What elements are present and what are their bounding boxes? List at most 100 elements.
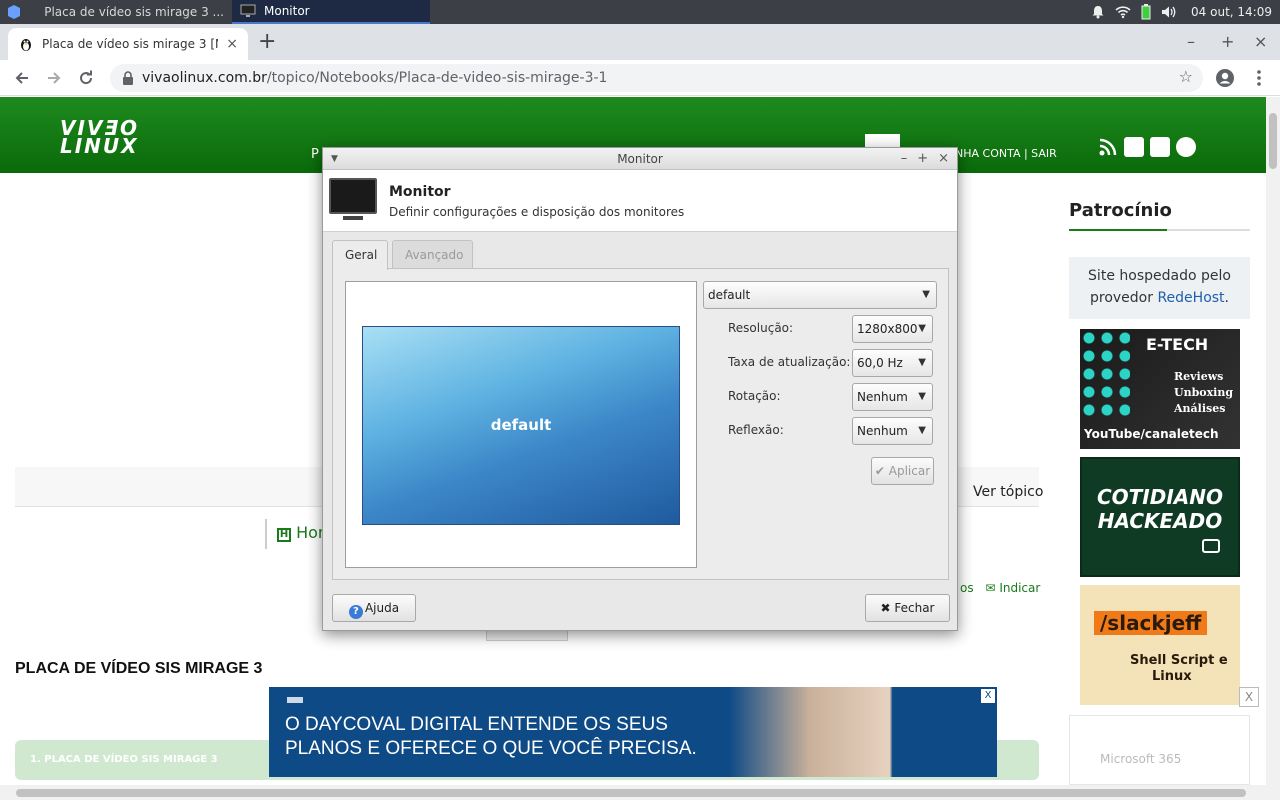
microsoft-365-ad[interactable]: Microsoft 365 bbox=[1069, 715, 1250, 785]
tux-favicon-icon bbox=[21, 39, 31, 51]
forward-arrow-icon bbox=[48, 71, 61, 84]
app-menu-icon[interactable] bbox=[0, 0, 28, 24]
banner-ad[interactable]: O DAYCOVAL DIGITAL ENTENDE OS SEUS PLANO… bbox=[269, 687, 997, 777]
scroll-thumb[interactable] bbox=[16, 789, 1246, 797]
window-controls: – + × bbox=[901, 148, 949, 170]
battery-icon[interactable] bbox=[1141, 4, 1151, 20]
ad-cotidiano-hackeado[interactable]: COTIDIANO HACKEADO bbox=[1080, 457, 1240, 577]
taskbar-item-label: Monitor bbox=[264, 4, 310, 18]
ad-etech-line: Análises bbox=[1174, 402, 1226, 415]
twitter-icon[interactable] bbox=[1150, 137, 1170, 157]
account-icon bbox=[1216, 69, 1234, 87]
reload-icon bbox=[80, 70, 93, 84]
ad-close-button[interactable]: X bbox=[1239, 687, 1259, 707]
check-icon: ✔ bbox=[874, 464, 885, 478]
ad-slackjeff-line: Linux bbox=[1152, 669, 1192, 684]
url-domain: vivaolinux.com.br bbox=[142, 70, 267, 86]
taskbar-item-browser[interactable]: Placa de vídeo sis mirage 3 ... bbox=[28, 0, 232, 24]
system-tray: 04 out, 14:09 bbox=[1091, 0, 1280, 24]
ad-etech-lines: Reviews Unboxing Análises bbox=[1174, 369, 1233, 417]
resolution-select[interactable]: 1280x800 ▼ bbox=[852, 315, 933, 343]
dialog-subtitle: Definir configurações e disposição dos m… bbox=[389, 205, 685, 219]
banner-close-icon[interactable]: X bbox=[981, 689, 995, 703]
dialog-minimize-icon[interactable]: – bbox=[901, 148, 908, 170]
minimize-button[interactable]: – bbox=[1187, 32, 1195, 51]
home-h-icon: H bbox=[277, 528, 291, 542]
envelope-icon: ✉ bbox=[985, 581, 996, 595]
horizontal-scrollbar[interactable] bbox=[0, 785, 1280, 800]
hosting-box: Site hospedado pelo provedor RedeHost. bbox=[1069, 257, 1250, 319]
refresh-rate-value: 60,0 Hz bbox=[857, 356, 903, 370]
ad-slackjeff-lines: Shell Script e Linux bbox=[1130, 653, 1228, 685]
volume-icon[interactable] bbox=[1161, 5, 1177, 19]
rotation-select[interactable]: Nenhum ▼ bbox=[852, 383, 933, 411]
chevron-down-icon: ▼ bbox=[918, 323, 926, 334]
dialog-titlebar[interactable]: ▼ Monitor – + × bbox=[323, 148, 957, 170]
ad-slackjeff[interactable]: /slackjeff Shell Script e Linux bbox=[1080, 585, 1240, 705]
ad-etech-channel: YouTube/canaletech bbox=[1084, 427, 1219, 441]
taskbar-item-monitor[interactable]: Monitor bbox=[232, 0, 430, 24]
banner-line: PLANOS E OFERECE O QUE VOCÊ PRECISA. bbox=[285, 738, 697, 759]
close-x-icon: ✖ bbox=[880, 601, 891, 615]
taskbar-item-label: Placa de vídeo sis mirage 3 ... bbox=[44, 5, 224, 19]
url-path: /topico/Notebooks/Placa-de-video-sis-mir… bbox=[266, 70, 608, 86]
ad-etech[interactable]: E-TECH Reviews Unboxing Análises YouTube… bbox=[1080, 329, 1240, 449]
rotation-value: Nenhum bbox=[857, 390, 908, 404]
reflection-label: Reflexão: bbox=[728, 423, 784, 437]
refresh-rate-label: Taxa de atualização: bbox=[728, 355, 851, 369]
profile-button[interactable] bbox=[1209, 62, 1241, 94]
clock[interactable]: 04 out, 14:09 bbox=[1191, 5, 1272, 19]
play-icon bbox=[1202, 539, 1220, 553]
apply-label: Aplicar bbox=[888, 464, 931, 478]
site-logo[interactable]: VIVƎO LINUX bbox=[60, 118, 139, 158]
tab-geral[interactable]: Geral bbox=[332, 240, 388, 270]
nav-partial[interactable]: P bbox=[311, 147, 319, 162]
apply-button[interactable]: ✔ Aplicar bbox=[871, 457, 934, 485]
reflection-value: Nenhum bbox=[857, 424, 908, 438]
reload-button[interactable] bbox=[70, 62, 102, 94]
notification-bell-icon[interactable] bbox=[1091, 5, 1105, 19]
ad-dots-pattern bbox=[1080, 329, 1130, 419]
back-button[interactable] bbox=[6, 62, 38, 94]
reflection-select[interactable]: Nenhum ▼ bbox=[852, 417, 933, 445]
ver-topico-link[interactable]: Ver tópico bbox=[973, 484, 1043, 500]
display-select[interactable]: default ▼ bbox=[703, 281, 937, 309]
lock-icon bbox=[123, 71, 133, 85]
vertical-scrollbar[interactable] bbox=[1266, 97, 1280, 785]
banner-line: O DAYCOVAL DIGITAL ENTENDE OS SEUS bbox=[285, 714, 668, 735]
forward-button[interactable] bbox=[38, 62, 70, 94]
address-bar[interactable]: vivaolinux.com.br/topico/Notebooks/Placa… bbox=[110, 64, 1203, 92]
browser-tab[interactable]: Placa de vídeo sis mirage 3 [No × bbox=[8, 28, 248, 60]
banner-photo bbox=[729, 687, 997, 777]
logo-line-2: LINUX bbox=[60, 134, 139, 158]
browser-menu-button[interactable] bbox=[1243, 62, 1275, 94]
resolution-value: 1280x800 bbox=[857, 322, 918, 336]
host-link[interactable]: RedeHost bbox=[1157, 290, 1224, 306]
help-button[interactable]: ? Ajuda bbox=[332, 594, 416, 622]
close-button[interactable]: ✖ Fechar bbox=[865, 594, 950, 622]
header-account-links[interactable]: NHA CONTA | SAIR bbox=[955, 147, 1057, 160]
refresh-rate-select[interactable]: 60,0 Hz ▼ bbox=[852, 349, 933, 377]
tab-avancado[interactable]: Avançado bbox=[392, 240, 473, 268]
dialog-close-icon[interactable]: × bbox=[938, 148, 949, 170]
tab-close-icon[interactable]: × bbox=[226, 36, 238, 52]
new-tab-button[interactable]: + bbox=[258, 30, 276, 54]
maximize-button[interactable]: + bbox=[1221, 32, 1234, 51]
wifi-icon[interactable] bbox=[1115, 5, 1131, 19]
telegram-icon[interactable] bbox=[1176, 137, 1196, 157]
chevron-down-icon: ▼ bbox=[918, 357, 926, 368]
dialog-maximize-icon[interactable]: + bbox=[917, 148, 928, 170]
host-dot: . bbox=[1224, 290, 1229, 306]
close-window-button[interactable]: × bbox=[1254, 32, 1267, 51]
rss-icon[interactable] bbox=[1098, 137, 1118, 157]
facebook-icon[interactable] bbox=[1124, 137, 1144, 157]
indicar-link[interactable]: os ✉ Indicar bbox=[960, 581, 1040, 595]
display-screen[interactable]: default bbox=[362, 326, 680, 525]
dialog-window-title: Monitor bbox=[617, 152, 663, 166]
window-menu-icon[interactable]: ▼ bbox=[331, 148, 338, 170]
chevron-down-icon: ▼ bbox=[918, 391, 926, 402]
scroll-thumb[interactable] bbox=[1269, 113, 1277, 169]
kebab-menu-icon bbox=[1257, 70, 1261, 86]
display-preview: default bbox=[345, 281, 697, 568]
bookmark-star-icon[interactable]: ☆ bbox=[1179, 67, 1193, 86]
